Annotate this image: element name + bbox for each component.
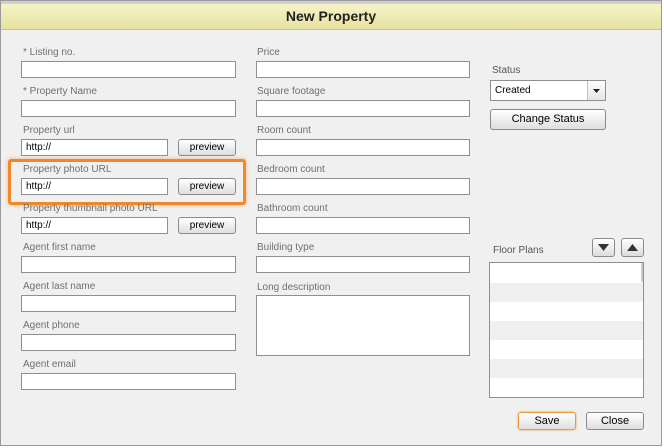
bathroom-count-input[interactable] <box>256 217 470 234</box>
bedroom-count-label: Bedroom count <box>257 164 325 175</box>
thumbnail-url-input[interactable] <box>21 217 168 234</box>
listing-no-input[interactable] <box>21 61 236 78</box>
window-title: New Property <box>1 4 661 30</box>
agent-last-name-label: Agent last name <box>23 281 96 292</box>
agent-email-label: Agent email <box>23 359 76 370</box>
floor-plans-list[interactable] <box>489 262 644 398</box>
building-type-input[interactable] <box>256 256 470 273</box>
price-input[interactable] <box>256 61 470 78</box>
move-down-button[interactable] <box>592 238 615 257</box>
chevron-down-icon <box>593 89 600 93</box>
property-url-preview-button[interactable]: preview <box>178 139 236 156</box>
status-selected-value: Created <box>495 85 531 96</box>
list-item[interactable] <box>490 378 643 397</box>
new-property-dialog: New Property * Listing no. * Property Na… <box>0 0 662 446</box>
room-count-input[interactable] <box>256 139 470 156</box>
agent-phone-label: Agent phone <box>23 320 80 331</box>
agent-email-input[interactable] <box>21 373 236 390</box>
status-label: Status <box>492 65 521 76</box>
agent-first-name-label: Agent first name <box>23 242 96 253</box>
list-item[interactable] <box>490 321 643 340</box>
square-footage-label: Square footage <box>257 86 326 97</box>
agent-first-name-input[interactable] <box>21 256 236 273</box>
long-description-textarea[interactable] <box>256 295 470 356</box>
agent-last-name-input[interactable] <box>21 295 236 312</box>
property-name-input[interactable] <box>21 100 236 117</box>
save-button[interactable]: Save <box>518 412 576 430</box>
room-count-label: Room count <box>257 125 311 136</box>
list-item[interactable] <box>490 263 643 282</box>
property-name-label: * Property Name <box>23 86 97 97</box>
list-item[interactable] <box>490 359 643 378</box>
price-label: Price <box>257 47 280 58</box>
move-up-button[interactable] <box>621 238 644 257</box>
bedroom-count-input[interactable] <box>256 178 470 195</box>
focus-highlight <box>8 159 246 205</box>
status-select[interactable]: Created <box>490 80 606 101</box>
bathroom-count-label: Bathroom count <box>257 203 328 214</box>
thumbnail-url-label: Property thumbnail photo URL <box>23 203 158 214</box>
list-item[interactable] <box>490 340 643 359</box>
property-url-input[interactable] <box>21 139 168 156</box>
long-description-label: Long description <box>257 282 331 293</box>
listing-no-label: * Listing no. <box>23 47 76 58</box>
status-dropdown-button[interactable] <box>587 81 605 100</box>
arrow-up-icon <box>627 244 638 251</box>
close-button[interactable]: Close <box>586 412 644 430</box>
floor-plans-label: Floor Plans <box>493 245 544 256</box>
thumbnail-preview-button[interactable]: preview <box>178 217 236 234</box>
arrow-down-icon <box>598 244 609 251</box>
property-url-label: Property url <box>23 125 75 136</box>
agent-phone-input[interactable] <box>21 334 236 351</box>
building-type-label: Building type <box>257 242 315 253</box>
list-scroll-indicator <box>641 263 643 282</box>
square-footage-input[interactable] <box>256 100 470 117</box>
list-item[interactable] <box>490 283 643 302</box>
change-status-button[interactable]: Change Status <box>490 109 606 130</box>
list-item[interactable] <box>490 302 643 321</box>
